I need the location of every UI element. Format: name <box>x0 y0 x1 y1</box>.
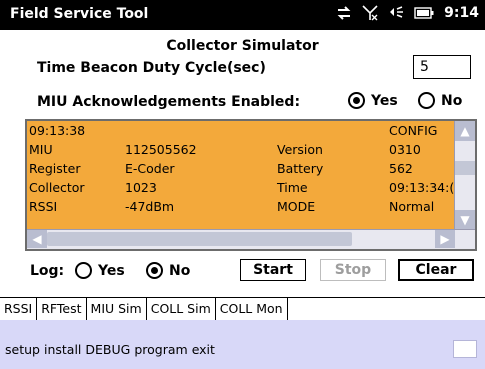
tab-strip: RSSI RFTest MIU Sim COLL Sim COLL Mon <box>0 297 485 320</box>
menu-item-exit[interactable]: exit <box>192 342 215 357</box>
menu-item-setup[interactable]: setup <box>5 342 40 357</box>
log-cell: Time <box>277 180 308 195</box>
menu-item-program[interactable]: program <box>134 342 187 357</box>
menu-item-install[interactable]: install <box>44 342 81 357</box>
log-cell: RSSI <box>29 199 58 214</box>
horizontal-scroll-thumb[interactable] <box>47 232 352 246</box>
tab-miu-sim[interactable]: MIU Sim <box>87 298 147 320</box>
log-listbox[interactable]: 09:13:38 CONFIG MIU 112505562 Version 0310 Reg… <box>25 119 477 251</box>
log-cell: 562 <box>389 161 413 176</box>
duty-cycle-input[interactable]: 5 <box>413 55 471 79</box>
scroll-down-icon[interactable]: ▼ <box>455 210 475 230</box>
log-cell: CONFIG <box>389 123 438 138</box>
stop-button[interactable]: Stop <box>320 259 386 281</box>
log-label: Log: <box>30 263 65 279</box>
log-no-label: No <box>169 262 191 279</box>
log-row[interactable]: MIU 112505562 Version 0310 <box>27 140 455 159</box>
log-row[interactable]: Collector 1023 Time 09:13:34:( <box>27 178 455 197</box>
log-yes-label: Yes <box>98 262 125 279</box>
log-cell: 1023 <box>125 180 157 195</box>
menu-bar: setup install DEBUG program exit <box>0 320 485 369</box>
start-button[interactable]: Start <box>240 259 306 281</box>
log-row[interactable]: 09:13:38 CONFIG <box>27 121 455 140</box>
vertical-scrollbar[interactable]: ▲ ▼ <box>454 121 475 230</box>
system-tray: 9:14 <box>336 5 479 21</box>
log-cell: Battery <box>277 161 324 176</box>
scroll-right-icon[interactable]: ▶ <box>435 230 455 248</box>
log-row[interactable]: RSSI -47dBm MODE Normal <box>27 197 455 216</box>
log-entries: 09:13:38 CONFIG MIU 112505562 Version 0310 Reg… <box>27 121 455 230</box>
tab-rftest[interactable]: RFTest <box>37 298 87 320</box>
log-no-radio[interactable]: No <box>146 262 190 279</box>
ack-enabled-label: MIU Acknowledgements Enabled: <box>37 94 301 110</box>
clock-time[interactable]: 9:14 <box>444 5 479 21</box>
log-cell: E-Coder <box>125 161 175 176</box>
log-cell: 0310 <box>389 142 421 157</box>
log-cell: 09:13:34:( <box>389 180 455 195</box>
volume-icon[interactable] <box>388 6 404 20</box>
clear-button[interactable]: Clear <box>398 259 474 281</box>
duty-cycle-label: Time Beacon Duty Cycle(sec) <box>37 60 266 76</box>
radio-unselected-icon <box>75 262 92 279</box>
sync-icon[interactable] <box>336 6 352 20</box>
log-cell: 112505562 <box>125 142 197 157</box>
menu-items: setup install DEBUG program exit <box>5 342 215 357</box>
menu-item-debug[interactable]: DEBUG <box>85 342 130 357</box>
keyboard-icon[interactable] <box>453 340 477 358</box>
log-cell: Version <box>277 142 323 157</box>
scroll-thumb[interactable] <box>455 161 475 175</box>
section-title: Collector Simulator <box>166 38 319 54</box>
radio-unselected-icon <box>418 92 435 109</box>
app-title: Field Service Tool <box>10 6 149 22</box>
tab-coll-sim[interactable]: COLL Sim <box>146 298 216 320</box>
log-cell: -47dBm <box>125 199 175 214</box>
tab-rssi[interactable]: RSSI <box>0 298 38 320</box>
log-cell: MIU <box>29 142 53 157</box>
ack-no-radio[interactable]: No <box>418 92 462 109</box>
ack-yes-radio[interactable]: Yes <box>348 92 398 109</box>
scroll-up-icon[interactable]: ▲ <box>455 121 475 141</box>
horizontal-scrollbar[interactable]: ◀ ▶ <box>27 229 475 249</box>
title-bar: Field Service Tool 9:14 <box>0 0 485 30</box>
log-cell: Collector <box>29 180 85 195</box>
log-cell: Register <box>29 161 81 176</box>
scroll-left-icon[interactable]: ◀ <box>27 230 47 248</box>
log-cell: MODE <box>277 199 316 214</box>
log-cell: Normal <box>389 199 435 214</box>
radio-selected-icon <box>146 262 163 279</box>
signal-off-icon[interactable] <box>362 5 378 21</box>
log-cell: 09:13:38 <box>29 123 86 138</box>
radio-selected-icon <box>348 92 365 109</box>
battery-icon[interactable] <box>414 7 434 19</box>
log-row[interactable]: Register E-Coder Battery 562 <box>27 159 455 178</box>
ack-no-label: No <box>441 92 463 109</box>
ack-yes-label: Yes <box>371 92 398 109</box>
tab-coll-mon[interactable]: COLL Mon <box>216 298 288 320</box>
log-yes-radio[interactable]: Yes <box>75 262 125 279</box>
